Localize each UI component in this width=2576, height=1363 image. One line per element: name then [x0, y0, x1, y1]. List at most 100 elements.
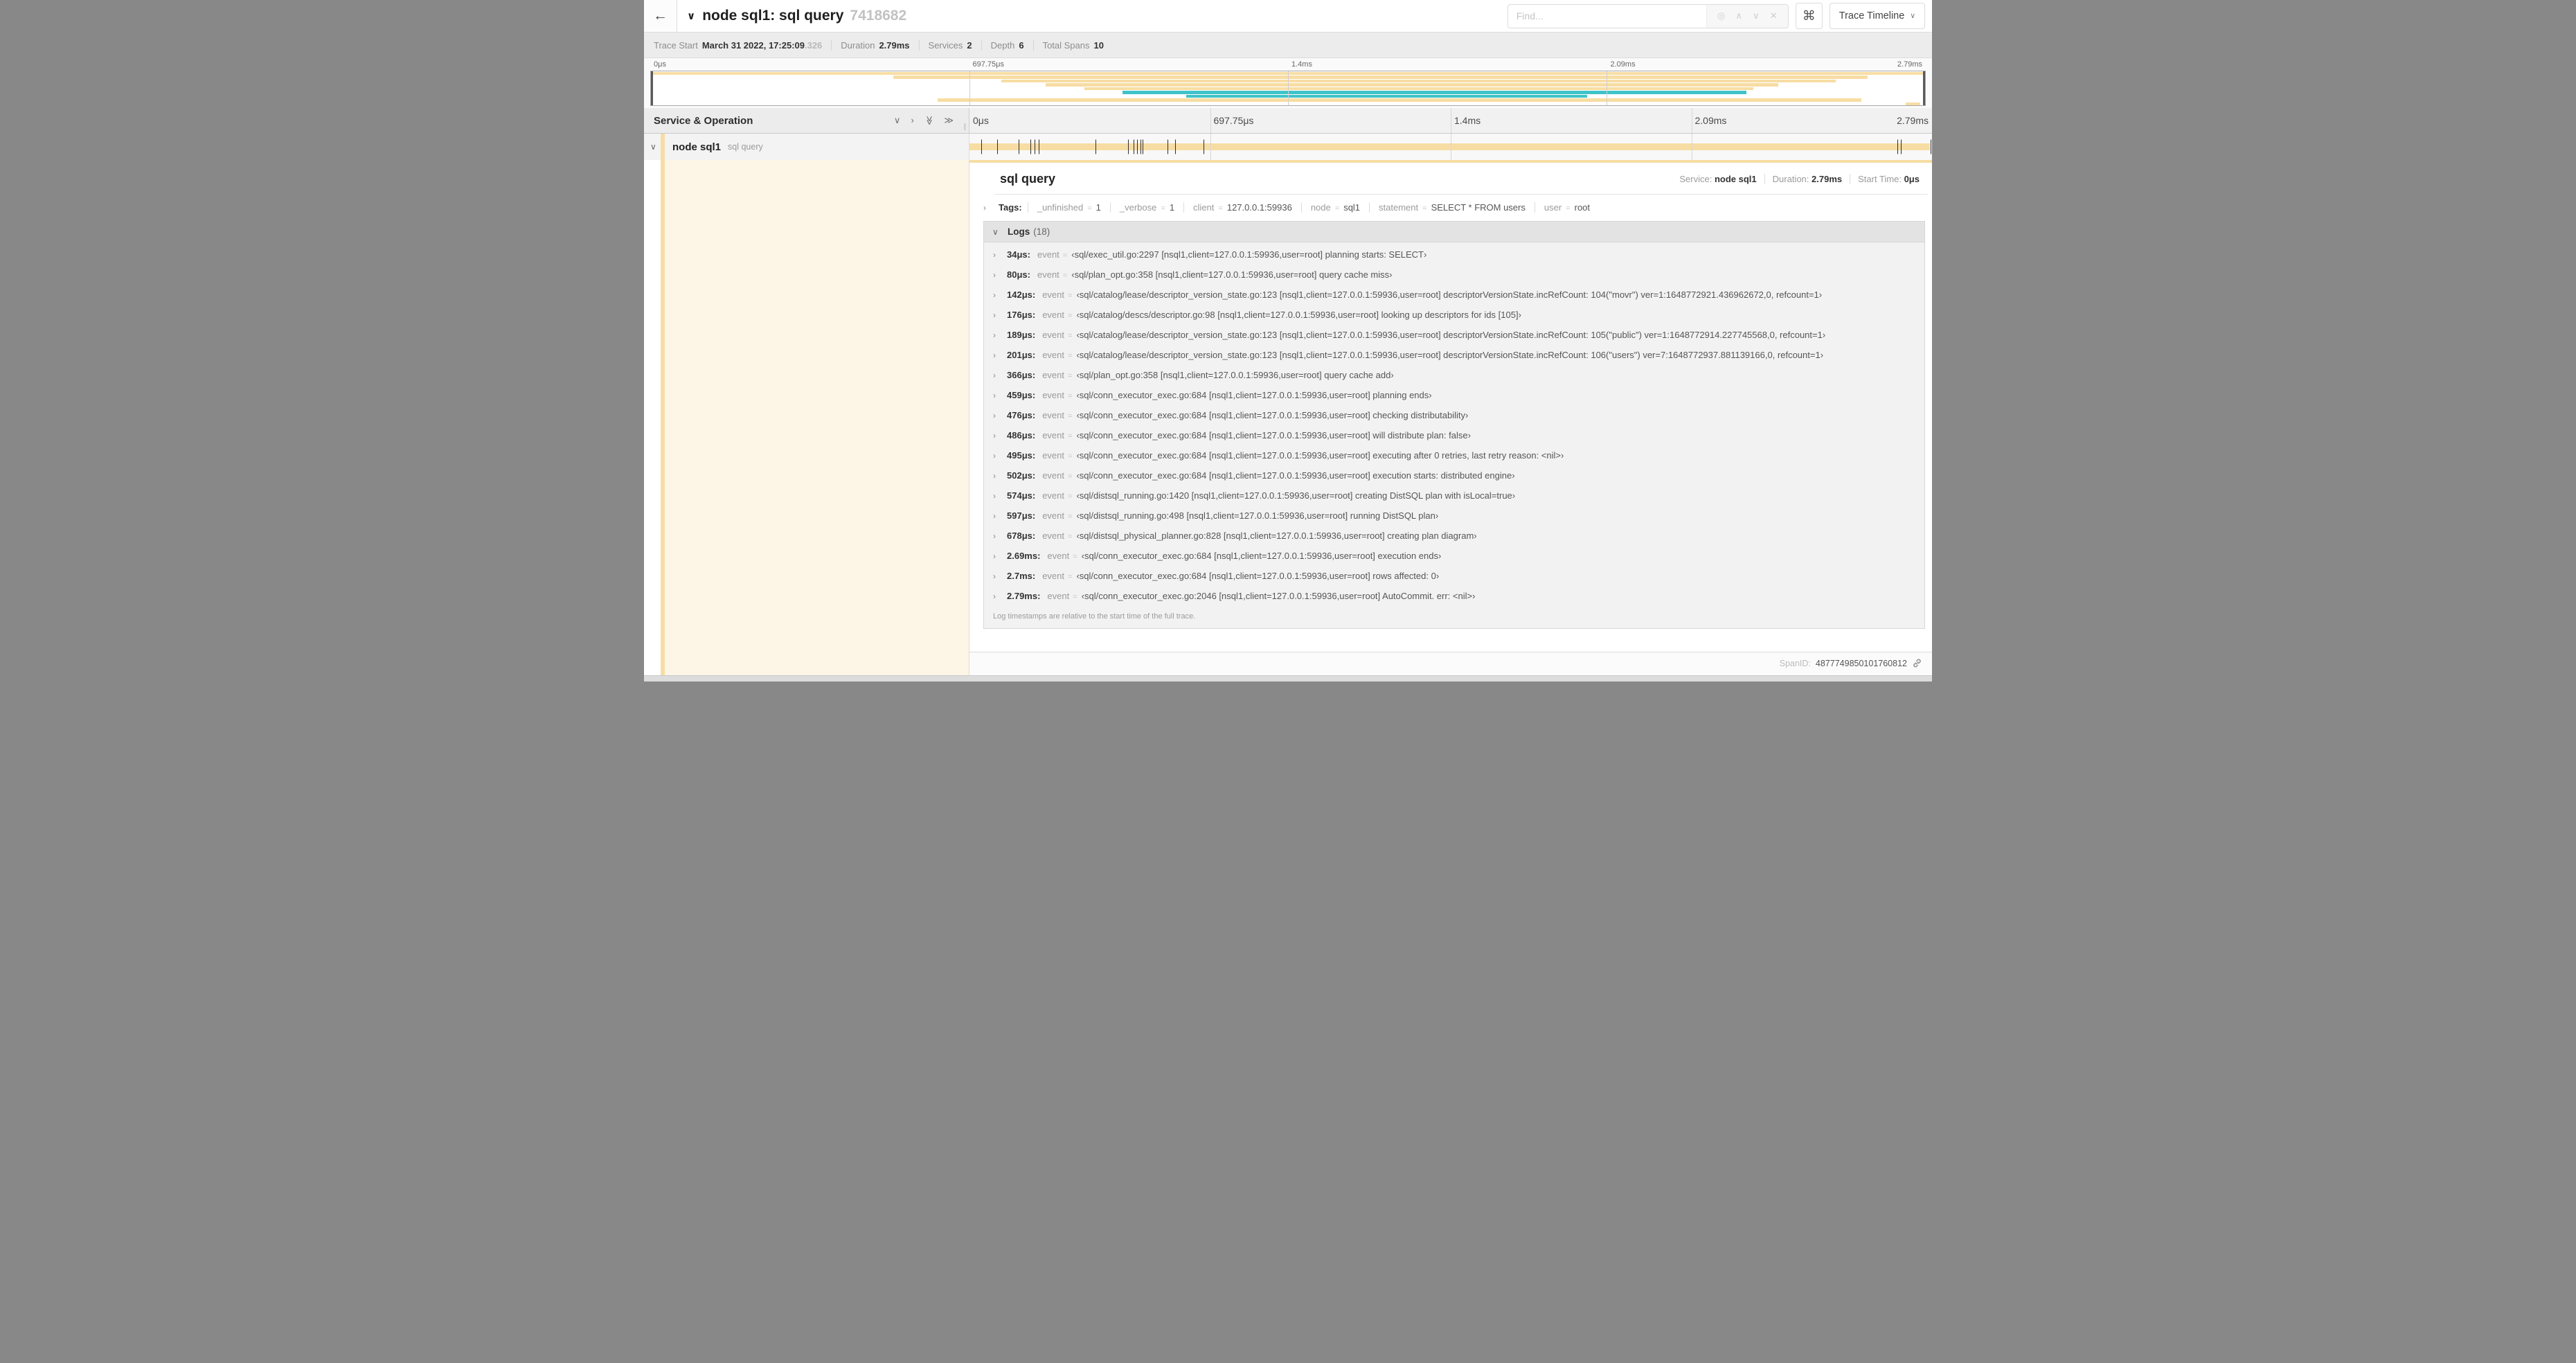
next-match-icon[interactable]: ∨	[1753, 10, 1760, 21]
log-row[interactable]: › 80μs: event = ‹sql/plan_opt.go:358 [nsql1,…	[984, 265, 1924, 285]
log-marker-tick	[1127, 139, 1129, 154]
log-row[interactable]: › 486μs: event = ‹sql/conn_executor_exec.go:…	[984, 425, 1924, 445]
tag-item[interactable]: _unfinished = 1	[1027, 202, 1110, 213]
log-row[interactable]: › 201μs: event = ‹sql/catalog/lease/descript…	[984, 345, 1924, 365]
span-duration-bar[interactable]	[969, 143, 1930, 150]
chevron-right-icon: ›	[993, 551, 996, 561]
logs-accordion-header[interactable]: ∨ Logs (18)	[984, 222, 1924, 242]
keyboard-shortcuts-button[interactable]: ⌘	[1795, 3, 1823, 29]
span-expand-chevron-icon[interactable]: ∨	[650, 142, 656, 152]
tag-value: 127.0.0.1:59936	[1226, 202, 1292, 213]
log-timestamp: 486μs:	[1007, 430, 1036, 440]
tag-item[interactable]: node = sql1	[1300, 202, 1369, 213]
log-field-key: event	[1042, 410, 1065, 420]
log-row[interactable]: › 2.79ms: event = ‹sql/conn_executor_exec.go…	[984, 586, 1924, 606]
log-field-key: event	[1047, 551, 1070, 561]
span-overview-item: Duration: 2.79ms	[1764, 174, 1850, 184]
log-field-key: event	[1042, 370, 1065, 380]
log-timestamp: 201μs:	[1007, 350, 1036, 360]
equals-sign: =	[1161, 204, 1165, 213]
deep-link-icon[interactable]	[1912, 658, 1922, 668]
minimap-tick-label: 697.75μs	[972, 60, 1004, 69]
log-row[interactable]: › 574μs: event = ‹sql/distsql_running.go:142…	[984, 485, 1924, 506]
log-row[interactable]: › 2.7ms: event = ‹sql/conn_executor_exec.go:…	[984, 566, 1924, 586]
log-field-key: event	[1042, 571, 1065, 581]
spanid-label: SpanID:	[1779, 658, 1811, 668]
expand-one-icon[interactable]: ∨	[894, 115, 901, 126]
span-overview-item: Start Time: 0μs	[1850, 174, 1922, 184]
minimap-drag-handle-right[interactable]	[1923, 71, 1925, 105]
minimap-canvas[interactable]	[650, 71, 1926, 106]
tag-item[interactable]: client = 127.0.0.1:59936	[1183, 202, 1301, 213]
summary-item: Duration 2.79ms	[831, 39, 918, 51]
log-timestamp: 366μs:	[1007, 370, 1036, 380]
view-selector-button[interactable]: Trace Timeline ∨	[1829, 3, 1925, 29]
locate-match-icon[interactable]: ◎	[1717, 10, 1725, 21]
gridline	[1288, 71, 1289, 105]
log-row[interactable]: › 597μs: event = ‹sql/distsql_running.go:498…	[984, 506, 1924, 526]
chevron-right-icon: ›	[993, 310, 996, 320]
log-row[interactable]: › 502μs: event = ‹sql/conn_executor_exec.go:…	[984, 465, 1924, 485]
tags-accordion[interactable]: › Tags: _unfinished = 1 _verbose = 1 client = 12…	[969, 195, 1932, 220]
log-row[interactable]: › 476μs: event = ‹sql/conn_executor_exec.go:…	[984, 405, 1924, 425]
log-row[interactable]: › 366μs: event = ‹sql/plan_opt.go:358 [nsql1…	[984, 365, 1924, 385]
log-row[interactable]: › 459μs: event = ‹sql/conn_executor_exec.go:…	[984, 385, 1924, 405]
log-field-key: event	[1042, 450, 1065, 461]
trace-collapse-chevron-icon[interactable]: ∨	[687, 10, 695, 22]
expand-all-icon[interactable]: ≫	[924, 116, 935, 125]
tag-key: _verbose	[1119, 202, 1157, 213]
span-color-accent	[661, 134, 665, 160]
tag-item[interactable]: user = root	[1534, 202, 1599, 213]
command-icon: ⌘	[1802, 8, 1816, 24]
summary-item-suffix: .326	[804, 39, 823, 51]
logs-footnote: Log timestamps are relative to the start…	[993, 612, 1196, 621]
chevron-right-icon: ›	[983, 202, 986, 213]
collapse-one-icon[interactable]: ›	[911, 115, 913, 126]
gridline	[1210, 108, 1211, 133]
equals-sign: =	[1068, 332, 1073, 340]
column-resize-grip[interactable]: ∥	[963, 123, 967, 131]
chevron-down-icon: ∨	[1910, 12, 1915, 20]
log-row[interactable]: › 495μs: event = ‹sql/conn_executor_exec.go:…	[984, 445, 1924, 465]
log-field-value: ‹sql/catalog/descs/descriptor.go:98 [nsq…	[1076, 310, 1521, 320]
equals-sign: =	[1218, 204, 1223, 213]
span-bar-track[interactable]	[969, 134, 1932, 160]
log-marker-tick	[981, 139, 982, 154]
equals-sign: =	[1087, 204, 1092, 213]
log-row[interactable]: › 142μs: event = ‹sql/catalog/lease/descript…	[984, 285, 1924, 305]
span-name-cell[interactable]: ∨ node sql1 sql query	[644, 134, 969, 160]
find-input[interactable]	[1508, 4, 1706, 28]
collapse-all-icon[interactable]: ≫	[944, 115, 954, 126]
log-timestamp: 597μs:	[1007, 510, 1036, 521]
chevron-right-icon: ›	[993, 270, 996, 280]
log-row[interactable]: › 189μs: event = ‹sql/catalog/lease/descript…	[984, 325, 1924, 345]
page-title: node sql1: sql query 7418682	[702, 8, 907, 24]
tag-item[interactable]: statement = SELECT * FROM users	[1369, 202, 1535, 213]
log-row[interactable]: › 678μs: event = ‹sql/distsql_physical_plann…	[984, 526, 1924, 546]
prev-match-icon[interactable]: ∧	[1735, 10, 1742, 21]
log-marker-tick	[996, 139, 998, 154]
logs-label: Logs	[1008, 226, 1030, 237]
log-timestamp: 2.79ms:	[1007, 591, 1041, 601]
log-field-value: ‹sql/catalog/lease/descriptor_version_st…	[1076, 330, 1826, 340]
span-detail-panel: sql query Service: node sql1 Duration: 2.…	[969, 160, 1932, 675]
clear-find-icon[interactable]: ✕	[1770, 10, 1778, 21]
minimap-drag-handle-left[interactable]	[651, 71, 653, 105]
horizontal-scrollbar[interactable]	[644, 675, 1932, 682]
chevron-down-icon: ∨	[992, 226, 999, 237]
log-row[interactable]: › 2.69ms: event = ‹sql/conn_executor_exec.go…	[984, 546, 1924, 566]
tag-item[interactable]: _verbose = 1	[1109, 202, 1183, 213]
equals-sign: =	[1068, 312, 1073, 320]
back-button[interactable]: ←	[644, 0, 677, 32]
log-field-value: ‹sql/conn_executor_exec.go:684 [nsql1,cl…	[1076, 571, 1440, 581]
summary-item-label: Depth	[990, 39, 1015, 51]
tag-value: sql1	[1343, 202, 1361, 213]
equals-sign: =	[1062, 251, 1068, 260]
span-overview-item: Service: node sql1	[1679, 174, 1757, 184]
log-row[interactable]: › 34μs: event = ‹sql/exec_util.go:2297 [nsql…	[984, 244, 1924, 265]
equals-sign: =	[1068, 472, 1073, 481]
tree-controls: ∨ › ≫ ≫	[894, 115, 954, 126]
log-row[interactable]: › 176μs: event = ‹sql/catalog/descs/descript…	[984, 305, 1924, 325]
summary-item: Services 2	[918, 39, 981, 51]
chevron-right-icon: ›	[993, 431, 996, 440]
